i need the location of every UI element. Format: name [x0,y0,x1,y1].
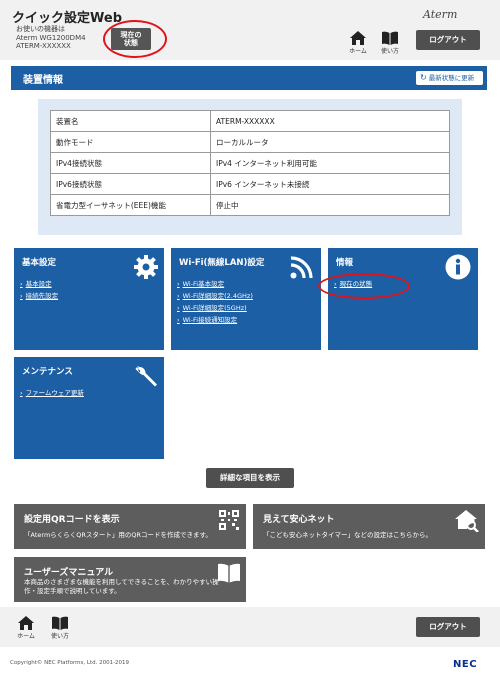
card-title: 見えて安心ネット [263,515,335,525]
device-model: Aterm WG1200DM4 [16,34,86,42]
info-value: ATERM-XXXXXX [210,110,450,132]
qr-code-icon [219,510,239,530]
manual-label: 使い方 [380,48,399,55]
table-row: IPv4接続状態 IPv4 インターネット利用可能 [50,152,450,174]
user-manual-card[interactable]: ユーザーズマニュアル 本商品のさまざまな機能を利用してできることを、わかりやすい… [14,557,246,602]
home-icon [350,31,366,45]
info-key: IPv6接続状態 [50,173,211,195]
link-wifi-basic[interactable]: › Wi-Fi基本設定 [177,278,253,290]
info-value: IPv4 インターネット利用可能 [210,152,450,174]
table-row: 装置名 ATERM-XXXXXX [50,110,450,132]
device-name: ATERM-XXXXXX [16,42,71,50]
card-desc: 「こども安心ネットタイマー」などの設定はこちらから。 [263,531,432,539]
header: クイック設定Web お使いの機器は Aterm WG1200DM4 ATERM-… [0,0,500,60]
section-title: 装置情報 [23,75,63,86]
refresh-icon: ↻ [420,73,427,82]
card-title: ユーザーズマニュアル [24,568,114,578]
manual-label: 使い方 [50,633,69,640]
refresh-button[interactable]: ↻ 最新状態に更新 [416,71,483,85]
card-title: 設定用QRコードを表示 [24,515,120,525]
nec-logo: NEC [453,659,478,670]
info-key: 省電力型イーサネット(EEE)機能 [50,194,211,216]
book-icon [218,563,240,583]
maintenance-tile: メンテナンス › ファームウェア更新 [14,357,164,459]
info-key: IPv4接続状態 [50,152,211,174]
tile-links: › Wi-Fi基本設定 › Wi-Fi詳細設定(2.4GHz) › Wi-Fi詳細設定… [177,278,253,326]
card-desc: 作・設定手順で説明しています。 [24,587,121,595]
link-wifi-detail-5ghz[interactable]: › Wi-Fi詳細設定(5GHz) [177,302,253,314]
link-wifi-notify[interactable]: › Wi-Fi接続通知設定 [177,314,253,326]
safety-net-card[interactable]: 見えて安心ネット 「こども安心ネットタイマー」などの設定はこちらから。 [253,504,485,549]
qr-code-card[interactable]: 設定用QRコードを表示 「AtermらくらくQRスタート」用のQRコードを作成で… [14,504,246,549]
book-icon [52,616,68,630]
highlight-ring [318,273,410,299]
home-nav-button[interactable]: ホーム [343,31,373,55]
link-firmware-update[interactable]: › ファームウェア更新 [20,387,84,399]
card-desc: 本商品のさまざまな機能を利用してできることを、わかりやすい操 [24,578,219,586]
manual-nav-button[interactable]: 使い方 [45,616,75,640]
aterm-logo: Aterm [423,8,458,21]
wifi-icon [290,256,313,279]
tile-title: 基本設定 [22,258,57,268]
info-tile: 情報 › 現在の状態 [328,248,478,350]
section-header: 装置情報 ↻ 最新状態に更新 [11,66,487,90]
app-title: クイック設定Web [12,11,122,26]
logout-button[interactable]: ログアウト [416,617,480,637]
info-key: 動作モード [50,131,211,153]
info-icon [445,254,471,280]
table-row: 省電力型イーサネット(EEE)機能 停止中 [50,194,450,216]
device-label: お使いの機器は [16,25,65,33]
home-nav-button[interactable]: ホーム [11,616,41,640]
link-connection-settings[interactable]: › 接続先設定 [20,290,58,302]
info-value: 停止中 [210,194,450,216]
wifi-settings-tile: Wi-Fi(無線LAN)設定 › Wi-Fi基本設定 › Wi-Fi詳細設定(2.4… [171,248,321,350]
device-info-panel: 装置名 ATERM-XXXXXX 動作モード ローカルルータ IPv4接続状態 … [38,99,462,235]
refresh-label: 最新状態に更新 [428,74,475,82]
home-label: ホーム [349,48,367,55]
logout-button[interactable]: ログアウト [416,30,480,50]
highlight-ring [103,20,167,58]
info-value: IPv6 インターネット未接続 [210,173,450,195]
wrench-icon [135,366,157,387]
table-row: 動作モード ローカルルータ [50,131,450,153]
tile-title: メンテナンス [22,367,73,377]
tile-title: Wi-Fi(無線LAN)設定 [179,258,265,268]
tile-title: 情報 [336,258,354,268]
link-wifi-detail-24ghz[interactable]: › Wi-Fi詳細設定(2.4GHz) [177,290,253,302]
copyright: Copyright© NEC Platforms, Ltd. 2001-2019 [10,660,130,666]
book-icon [382,31,398,45]
show-detail-items-button[interactable]: 詳細な項目を表示 [206,468,294,488]
home-search-icon [455,510,479,532]
table-row: IPv6接続状態 IPv6 インターネット未接続 [50,173,450,195]
link-basic-settings[interactable]: › 基本設定 [20,278,58,290]
home-label: ホーム [17,633,35,640]
manual-nav-button[interactable]: 使い方 [375,31,405,55]
footer: ホーム 使い方 ログアウト [0,607,500,647]
device-info-table: 装置名 ATERM-XXXXXX 動作モード ローカルルータ IPv4接続状態 … [50,110,450,216]
home-icon [18,616,34,630]
gear-icon [134,255,158,279]
card-desc: 「AtermらくらくQRスタート」用のQRコードを作成できます。 [24,531,212,539]
tile-links: › 基本設定 › 接続先設定 [20,278,58,302]
basic-settings-tile: 基本設定 › 基本設定 › 接続先設定 [14,248,164,350]
tile-links: › ファームウェア更新 [20,387,84,399]
info-value: ローカルルータ [210,131,450,153]
info-key: 装置名 [50,110,211,132]
